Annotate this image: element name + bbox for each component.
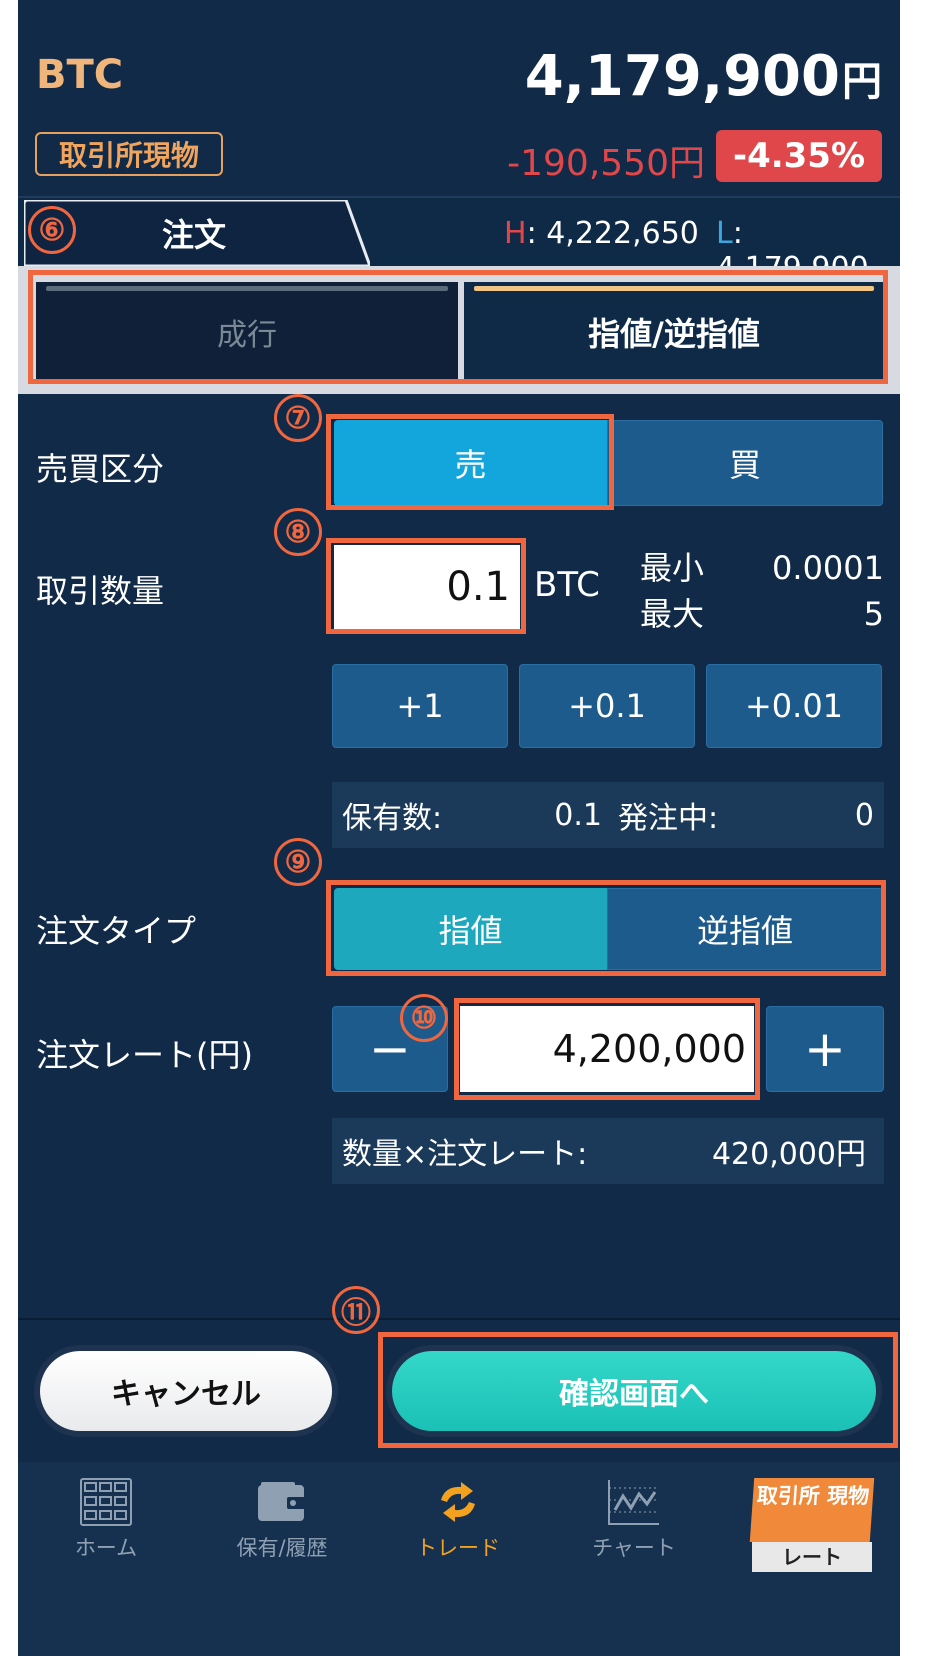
price-unit: 円 <box>842 59 882 105</box>
annotation-8-label: ⑧ <box>284 514 312 550</box>
annotation-10-label: ⑩ <box>410 1000 438 1036</box>
max-label: 最大 <box>640 595 705 633</box>
pending-label: 発注中: <box>618 801 719 836</box>
total-value: 420,000円 <box>711 1137 866 1172</box>
pending-value: 0 <box>854 797 874 833</box>
nav-trade-label: トレード <box>416 1536 500 1560</box>
increment-0-1-button[interactable]: +0.1 <box>519 664 695 748</box>
divider <box>18 1318 900 1320</box>
annotation-box-confirm <box>378 1332 898 1448</box>
annotation-11-label: ⑪ <box>341 1296 371 1331</box>
nav-chart-label: チャート <box>592 1536 676 1560</box>
symbol: BTC <box>36 52 124 98</box>
rate-label: 注文レート(円) <box>36 1036 253 1074</box>
nav-holdings[interactable]: 保有/履歴 <box>194 1472 370 1572</box>
price-change: -190,550円 <box>507 143 705 184</box>
nav-chart[interactable]: チャート <box>546 1472 722 1572</box>
increment-1-button[interactable]: +1 <box>332 664 508 748</box>
high-value: : 4,222,650 <box>526 216 699 251</box>
annotation-7-label: ⑦ <box>284 400 312 436</box>
rate-badge-top: 取引所 現物 <box>749 1478 875 1542</box>
annotation-number-7: ⑦ <box>274 394 322 442</box>
cancel-label: キャンセル <box>40 1351 332 1431</box>
total-amount: 数量×注文レート: 420,000円 <box>332 1118 884 1184</box>
annotation-number-8: ⑧ <box>274 508 322 556</box>
order-kind-label: 注文タイプ <box>36 912 197 950</box>
tab-order[interactable]: 注文 <box>24 200 370 266</box>
annotation-box-order-kind <box>326 880 886 976</box>
change-percent-badge: -4.35% <box>716 130 882 182</box>
quantity-label: 取引数量 <box>36 572 165 610</box>
side-label: 売買区分 <box>36 450 165 488</box>
wallet-icon <box>257 1472 307 1532</box>
annotation-box-order-type <box>28 270 888 384</box>
annotation-box-rate <box>454 998 760 1100</box>
nav-holdings-label: 保有/履歴 <box>236 1536 328 1560</box>
nav-home[interactable]: ホーム <box>18 1472 194 1572</box>
annotation-box-quantity <box>326 538 526 634</box>
trade-screen: BTC 取引所現物 4,179,900 円 -190,550円 -4.35% 注… <box>18 0 900 1656</box>
cancel-button[interactable]: キャンセル <box>34 1345 338 1437</box>
quantity-limits: 最小 0.0001 最大 5 <box>640 545 884 637</box>
home-grid-icon <box>80 1472 132 1532</box>
annotation-6-label: ⑥ <box>38 212 66 248</box>
annotation-9-label: ⑨ <box>284 844 312 880</box>
nav-home-label: ホーム <box>74 1536 138 1560</box>
increment-0-01-button[interactable]: +0.01 <box>706 664 882 748</box>
low-key: L <box>716 216 733 251</box>
rate-badge-bottom: レート <box>752 1542 872 1572</box>
annotation-number-6: ⑥ <box>28 206 76 254</box>
annotation-number-9: ⑨ <box>274 838 322 886</box>
annotation-number-10: ⑩ <box>400 994 448 1042</box>
max-value: 5 <box>863 595 884 633</box>
min-value: 0.0001 <box>772 549 884 587</box>
nav-trade[interactable]: トレード <box>370 1472 546 1572</box>
rate-badge-button[interactable]: 取引所 現物 レート <box>749 1478 878 1572</box>
holding-info: 保有数: 0.1 発注中: 0 <box>332 782 884 848</box>
exchange-arrows-icon <box>431 1472 485 1532</box>
holding-value: 0.1 <box>554 797 602 833</box>
annotation-number-11: ⑪ <box>332 1286 380 1334</box>
high-price: H: 4,222,650 <box>504 216 699 251</box>
chart-icon <box>607 1472 661 1532</box>
market-badge: 取引所現物 <box>35 132 223 176</box>
buy-button[interactable]: 買 <box>607 420 883 506</box>
rate-increment-button[interactable]: + <box>766 1006 884 1092</box>
price-value: 4,179,900 <box>524 44 840 109</box>
holding-label: 保有数: <box>342 801 443 836</box>
quantity-unit: BTC <box>534 565 600 605</box>
high-key: H <box>504 216 527 251</box>
min-label: 最小 <box>640 549 705 587</box>
current-price: 4,179,900 円 <box>525 44 882 109</box>
total-label: 数量×注文レート: <box>342 1137 588 1172</box>
annotation-box-side <box>326 414 614 510</box>
